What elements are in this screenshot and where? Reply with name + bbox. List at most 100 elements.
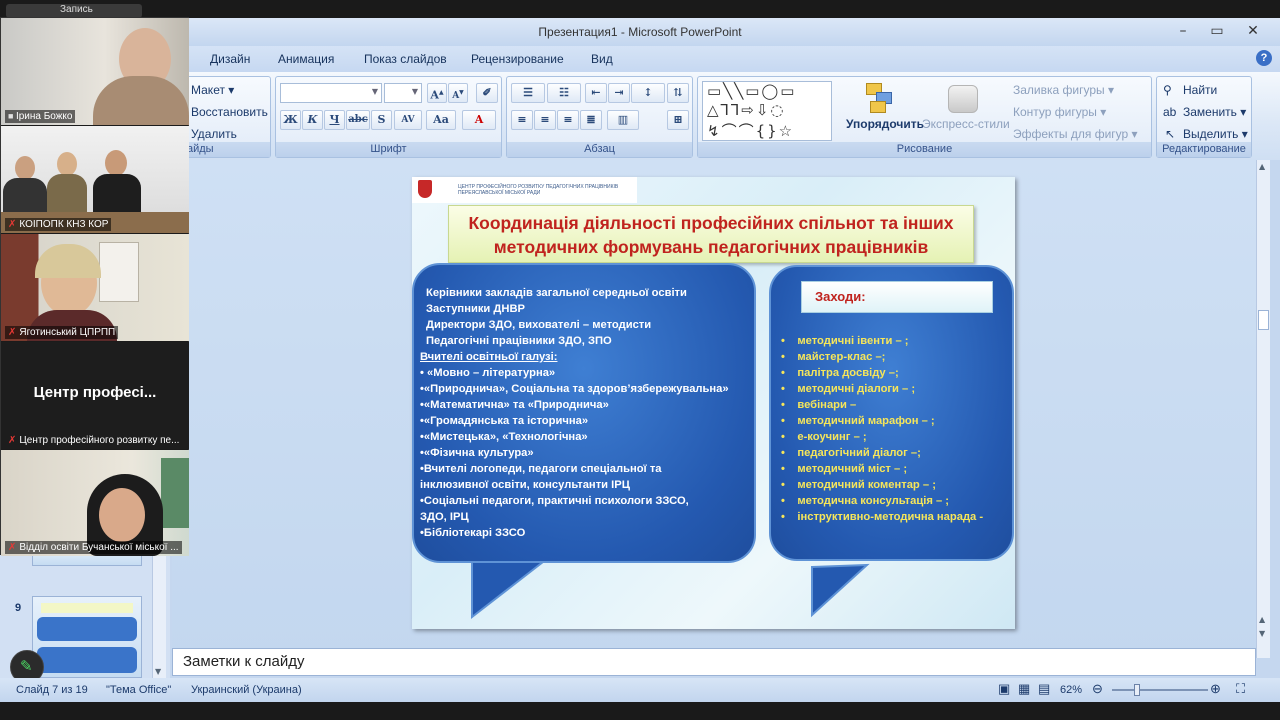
tab-slideshow[interactable]: Показ слайдов	[364, 52, 447, 66]
participant-big-name: Центр професі...	[33, 384, 157, 401]
activity-item: • майстер-клас –;	[781, 351, 886, 363]
tab-review[interactable]: Рецензирование	[471, 52, 564, 66]
left-line: Керівники закладів загальної середньої о…	[426, 287, 687, 299]
numbering-button[interactable]: ☷	[547, 83, 581, 103]
sorter-view-icon[interactable]: ▦	[1018, 681, 1030, 697]
reset-button[interactable]: Восстановить	[191, 105, 268, 119]
increase-indent-button[interactable]: ⇥	[608, 83, 630, 103]
video-tile[interactable]: Центр професі... ✗ Центр професійного роз…	[1, 342, 189, 449]
change-case-button[interactable]: Aa	[426, 110, 456, 130]
tab-animation[interactable]: Анимация	[278, 52, 334, 66]
participants-bubble[interactable]: Керівники закладів загальної середньої о…	[412, 263, 756, 563]
layout-button[interactable]: Макет ▾	[191, 83, 234, 97]
activity-item: • палітра досвіду –;	[781, 367, 899, 379]
underline-button[interactable]: Ч	[324, 110, 345, 130]
activity-item: • методичні івенти – ;	[781, 335, 909, 347]
left-line: інклюзивної освіти, консультанти ІРЦ	[420, 479, 630, 491]
activity-item: • методичний марафон – ;	[781, 415, 935, 427]
close-icon[interactable]: ✕	[1242, 23, 1264, 39]
align-center-button[interactable]: ≡	[534, 110, 556, 130]
video-tile[interactable]: ✗ Відділ освіти Бучанської міської ...	[1, 450, 189, 556]
left-line: •«Мистецька», «Технологічна»	[420, 431, 588, 443]
video-tile[interactable]: ✗ Яготинський ЦПРПП	[1, 234, 189, 341]
zoom-slider[interactable]	[1112, 684, 1208, 696]
arrange-button[interactable]: Упорядочить	[846, 117, 924, 131]
video-tile[interactable]: ✗ КОІПОПК КНЗ КОР	[1, 126, 189, 233]
replace-button[interactable]: Заменить ▾	[1183, 105, 1246, 119]
font-size-select[interactable]: ▼	[384, 83, 422, 103]
participant-name: ✗ Центр професійного розвитку пе...	[8, 435, 180, 446]
strikethrough-button[interactable]: abc	[346, 110, 370, 130]
shrink-font-button[interactable]: A▼	[448, 83, 468, 103]
line-spacing-button[interactable]: ↕	[631, 83, 665, 103]
activity-item: • методичні діалоги – ;	[781, 383, 916, 395]
slideshow-view-icon[interactable]: ▤	[1038, 681, 1050, 697]
activity-item: • вебінари –	[781, 399, 857, 411]
italic-button[interactable]: К	[302, 110, 323, 130]
participant-name: ✗ Відділ освіти Бучанської міської ...	[5, 541, 182, 554]
activities-bubble[interactable]: Заходи: • методичні івенти – ; • майстер…	[769, 265, 1014, 561]
bullets-button[interactable]: ☰	[511, 83, 545, 103]
left-line: ЗДО, ІРЦ	[420, 511, 469, 523]
left-line: •«Природнича», Соціальна та здоров’язбер…	[420, 383, 729, 395]
recording-label: Запись	[60, 4, 93, 15]
ribbon: Макет ▾ Восстановить Удалить айды ▼ ▼ A▲…	[0, 72, 1280, 160]
minimize-icon[interactable]: –	[1172, 23, 1194, 39]
shapes-gallery[interactable]: ▭╲╲▭◯▭ △⅂⅂⇨⇩◌ ↯⌒⌒{}☆	[702, 81, 832, 141]
zoom-in-icon[interactable]: ⊕	[1210, 681, 1221, 697]
quick-styles-button[interactable]: Экспресс-стили	[922, 117, 1010, 131]
grow-font-button[interactable]: A▲	[427, 83, 447, 103]
slide-scrollbar[interactable]: ▲ ▲ ▼	[1256, 160, 1270, 658]
paragraph-group: ☰ ☷ ⇤ ⇥ ↕ ⇅ ≡ ≡ ≡ ≣ ▥ ⊞ Абзац	[506, 76, 693, 158]
current-slide[interactable]: ЦЕНТР ПРОФЕСІЙНОГО РОЗВИТКУ ПЕДАГОГІЧНИХ…	[412, 177, 1015, 629]
align-right-button[interactable]: ≡	[557, 110, 579, 130]
smartart-button[interactable]: ⊞	[667, 110, 689, 130]
zoom-out-icon[interactable]: ⊖	[1092, 681, 1103, 697]
normal-view-icon[interactable]: ▣	[998, 681, 1010, 697]
shadow-button[interactable]: S	[371, 110, 392, 130]
delete-slide-button[interactable]: Удалить	[191, 127, 237, 141]
find-button[interactable]: Найти	[1183, 83, 1217, 97]
participant-name: ✗ Яготинський ЦПРПП	[5, 326, 119, 339]
notes-pane[interactable]: Заметки к слайду	[172, 648, 1256, 676]
drawing-group-label: Рисование	[698, 142, 1151, 157]
activity-item: • педагогічний діалог –;	[781, 447, 921, 459]
font-name-select[interactable]: ▼	[280, 83, 382, 103]
select-button[interactable]: Выделить ▾	[1183, 127, 1248, 141]
tab-view[interactable]: Вид	[591, 52, 613, 66]
left-line: •Вчителі логопеди, педагоги спеціальної …	[420, 463, 662, 475]
shape-fill-button[interactable]: Заливка фигуры ▾	[1013, 83, 1114, 97]
select-icon: ↖	[1165, 127, 1176, 141]
bold-button[interactable]: Ж	[280, 110, 301, 130]
clear-format-button[interactable]: ✐	[476, 83, 498, 103]
replace-icon: ab	[1163, 105, 1177, 119]
language-status[interactable]: Украинский (Украина)	[191, 684, 302, 696]
shape-outline-button[interactable]: Контур фигуры ▾	[1013, 105, 1106, 119]
maximize-icon[interactable]: ▭	[1206, 23, 1228, 39]
columns-button[interactable]: ▥	[607, 110, 639, 130]
justify-button[interactable]: ≣	[580, 110, 602, 130]
bottom-strip	[0, 702, 1280, 720]
shape-effects-button[interactable]: Эффекты для фигур ▾	[1013, 127, 1138, 141]
participant-name: ■ Ірина Божко	[5, 110, 76, 123]
video-tile[interactable]: ■ Ірина Божко	[1, 18, 189, 125]
fit-window-icon[interactable]: ⛶	[1236, 681, 1245, 697]
window-title: Презентация1 - Microsoft PowerPoint	[538, 25, 742, 39]
left-line: •Соціальні педагоги, практичні психологи…	[420, 495, 689, 507]
tab-design[interactable]: Дизайн	[210, 52, 250, 66]
activity-item: • методичний коментар – ;	[781, 479, 936, 491]
spacing-button[interactable]: AV	[394, 110, 422, 130]
font-group-label: Шрифт	[276, 142, 501, 157]
help-icon[interactable]: ?	[1256, 50, 1272, 66]
font-color-button[interactable]: A	[462, 110, 496, 130]
decrease-indent-button[interactable]: ⇤	[585, 83, 607, 103]
zoom-level[interactable]: 62%	[1060, 684, 1082, 696]
text-direction-button[interactable]: ⇅	[667, 83, 689, 103]
status-bar: Слайд 7 из 19 "Тема Office" Украинский (…	[0, 678, 1280, 702]
align-left-button[interactable]: ≡	[511, 110, 533, 130]
theme-name: "Тема Office"	[106, 684, 172, 696]
left-line: •«Математична» та «Природнича»	[420, 399, 609, 411]
arrange-icon	[866, 83, 896, 113]
left-line: • «Мовно – літературна»	[420, 367, 556, 379]
slide-thumbnail[interactable]	[32, 596, 142, 678]
